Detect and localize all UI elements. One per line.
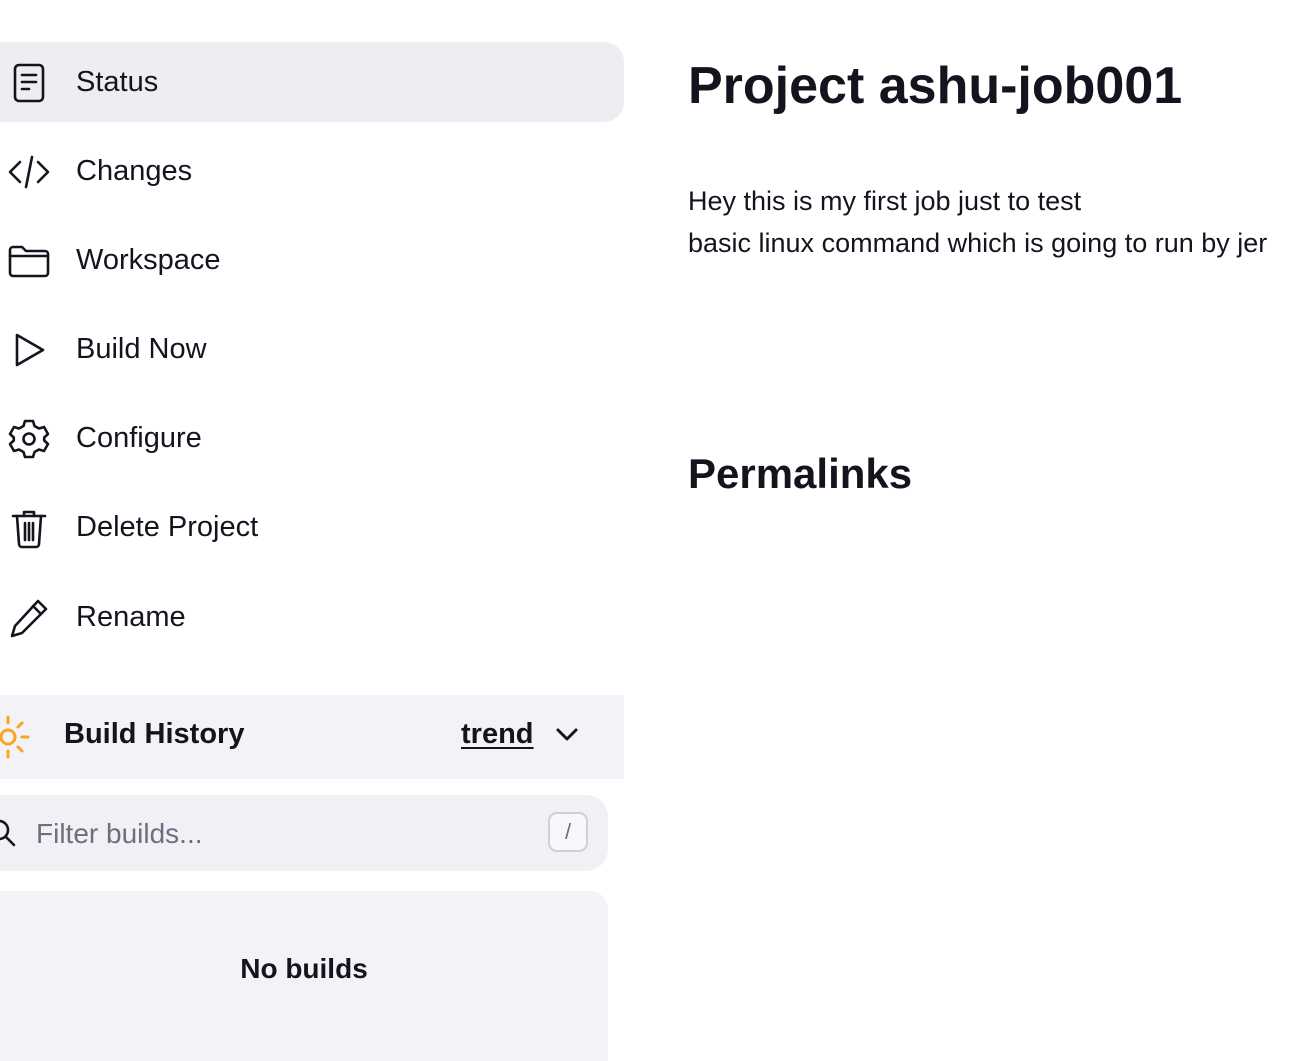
sidebar-item-delete-project[interactable]: Delete Project bbox=[0, 487, 624, 567]
sidebar-item-workspace[interactable]: Workspace bbox=[0, 220, 624, 300]
chevron-down-icon[interactable] bbox=[552, 719, 582, 749]
project-description: Hey this is my first job just to test ba… bbox=[688, 180, 1267, 264]
permalinks-heading: Permalinks bbox=[688, 450, 913, 497]
no-builds-message: No builds bbox=[240, 953, 368, 984]
sidebar-item-configure[interactable]: Configure bbox=[0, 398, 624, 478]
sidebar-item-build-now[interactable]: Build Now bbox=[0, 309, 624, 389]
keyboard-shortcut-hint: / bbox=[548, 812, 588, 852]
sidebar-item-label: Configure bbox=[76, 421, 202, 454]
sidebar-item-label: Build Now bbox=[76, 332, 207, 365]
search-icon bbox=[0, 817, 20, 849]
build-history-header: Build History trend bbox=[0, 695, 624, 779]
sidebar-item-label: Changes bbox=[76, 154, 193, 187]
sidebar-item-label: Workspace bbox=[76, 243, 221, 276]
filter-builds-box: / bbox=[0, 795, 608, 871]
sun-icon bbox=[0, 709, 44, 765]
sidebar-item-status[interactable]: Status bbox=[0, 42, 624, 122]
folder-icon bbox=[8, 240, 50, 282]
main-content: Project ashu-job001 Hey this is my first… bbox=[688, 0, 1312, 1046]
description-line: basic linux command which is going to ru… bbox=[688, 228, 1268, 258]
page-title: Project ashu-job001 bbox=[688, 57, 1183, 115]
play-icon bbox=[8, 329, 50, 371]
sidebar: Status Changes Workspace Build Now Confi… bbox=[0, 0, 624, 1061]
trash-icon bbox=[8, 507, 50, 549]
sidebar-item-rename[interactable]: Rename bbox=[0, 577, 624, 657]
pencil-icon bbox=[8, 597, 50, 639]
sidebar-item-changes[interactable]: Changes bbox=[0, 131, 624, 211]
trend-link[interactable]: trend bbox=[461, 718, 534, 751]
sidebar-item-label: Delete Project bbox=[76, 510, 259, 543]
description-line: Hey this is my first job just to test bbox=[688, 186, 1082, 216]
document-icon bbox=[8, 62, 50, 104]
code-icon bbox=[8, 151, 50, 193]
sidebar-item-label: Rename bbox=[76, 600, 186, 633]
build-history-title: Build History bbox=[64, 718, 245, 750]
filter-builds-input[interactable] bbox=[34, 811, 538, 857]
sidebar-item-label: Status bbox=[76, 65, 159, 98]
builds-list: No builds bbox=[0, 891, 608, 1061]
gear-icon bbox=[8, 418, 50, 460]
